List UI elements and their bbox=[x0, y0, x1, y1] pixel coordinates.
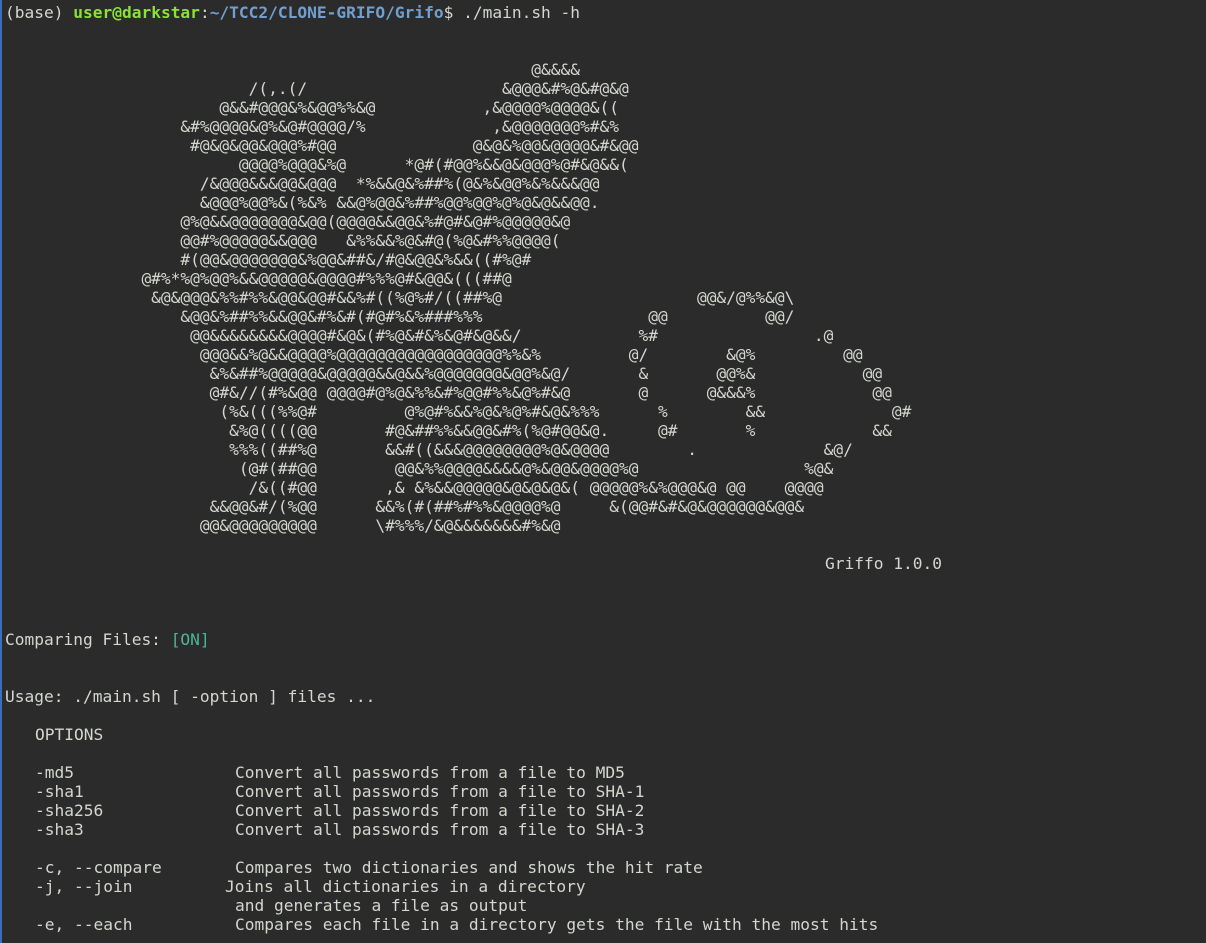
option-flag: -j, --join bbox=[35, 877, 133, 896]
terminal-window[interactable]: (base) user@darkstar:~/TCC2/CLONE-GRIFO/… bbox=[0, 0, 1206, 943]
prompt-dollar: $ bbox=[443, 3, 464, 22]
option-flag: -md5 bbox=[35, 763, 74, 782]
usage-line: Usage: ./main.sh [ -option ] files ... bbox=[5, 687, 376, 706]
option-flag: -sha3 bbox=[35, 820, 84, 839]
option-desc: Compares two dictionaries and shows the … bbox=[235, 858, 703, 877]
option-desc: Convert all passwords from a file to SHA… bbox=[235, 782, 645, 801]
prompt-colon: : bbox=[199, 3, 210, 22]
prompt-user-host: user@darkstar bbox=[73, 3, 200, 22]
option-desc: Joins all dictionaries in a directory bbox=[225, 877, 586, 896]
option-desc: Convert all passwords from a file to MD5 bbox=[235, 763, 625, 782]
prompt-command: ./main.sh -h bbox=[463, 3, 581, 22]
option-flag: -sha1 bbox=[35, 782, 84, 801]
option-flag: -c, --compare bbox=[35, 858, 162, 877]
option-flag: -sha256 bbox=[35, 801, 104, 820]
ascii-art-logo: @&&&& /(,.(/ &@@@&#%@&#@&@ @&&#@@@&%&@@%… bbox=[141, 60, 912, 535]
option-desc: Convert all passwords from a file to SHA… bbox=[235, 801, 645, 820]
conda-env: (base) bbox=[5, 3, 74, 22]
comparing-files-label: Comparing Files: bbox=[5, 630, 171, 649]
prompt-line: (base) user@darkstar:~/TCC2/CLONE-GRIFO/… bbox=[5, 3, 580, 22]
version-text: Griffo 1.0.0 bbox=[825, 554, 942, 573]
option-flag: -e, --each bbox=[35, 915, 133, 934]
options-header: OPTIONS bbox=[35, 725, 104, 744]
option-desc: Compares each file in a directory gets t… bbox=[235, 915, 879, 934]
prompt-path: ~/TCC2/CLONE-GRIFO/Grifo bbox=[209, 3, 444, 22]
option-desc: Convert all passwords from a file to SHA… bbox=[235, 820, 645, 839]
option-desc: and generates a file as output bbox=[235, 896, 528, 915]
comparing-files-line: Comparing Files: [ON] bbox=[5, 630, 210, 649]
comparing-status-badge: [ON] bbox=[170, 630, 210, 649]
